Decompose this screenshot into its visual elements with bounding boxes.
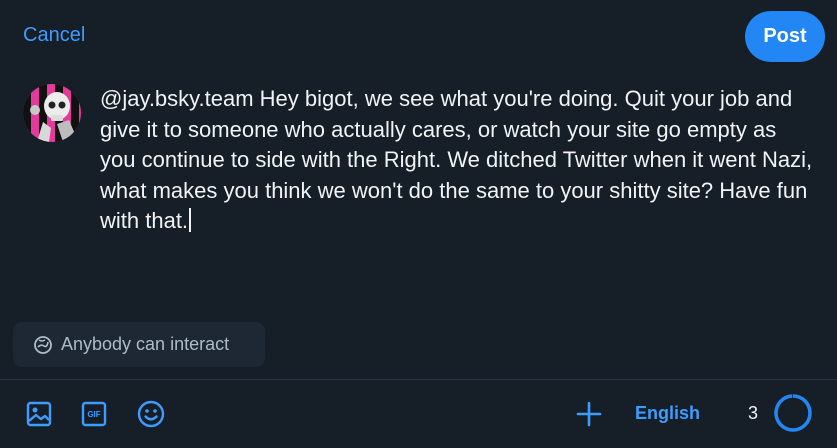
interaction-label: Anybody can interact [61,334,230,354]
plus-icon [575,400,603,428]
avatar [23,84,81,142]
cancel-button[interactable]: Cancel [23,24,85,47]
character-progress-ring [774,394,812,432]
emoji-button[interactable] [136,399,166,429]
image-button[interactable] [24,399,54,429]
post-text-input[interactable]: @jay.bsky.team Hey bigot, we see what yo… [100,84,815,237]
gif-icon: GIF [80,400,108,428]
language-selector[interactable]: English [635,403,700,424]
globe-icon [33,335,53,355]
post-text: @jay.bsky.team Hey bigot, we see what yo… [100,86,819,233]
add-thread-button[interactable] [574,399,604,429]
avatar-image [23,84,81,142]
gif-button[interactable]: GIF [79,399,109,429]
emoji-icon [136,399,166,429]
gif-icon-label: GIF [87,409,101,419]
interaction-settings-button[interactable]: Anybody can interact [13,322,265,367]
post-button[interactable]: Post [745,11,825,62]
toolbar-divider [0,379,837,380]
character-count: 3 [748,403,759,423]
image-icon [25,400,53,428]
text-cursor [189,208,191,232]
